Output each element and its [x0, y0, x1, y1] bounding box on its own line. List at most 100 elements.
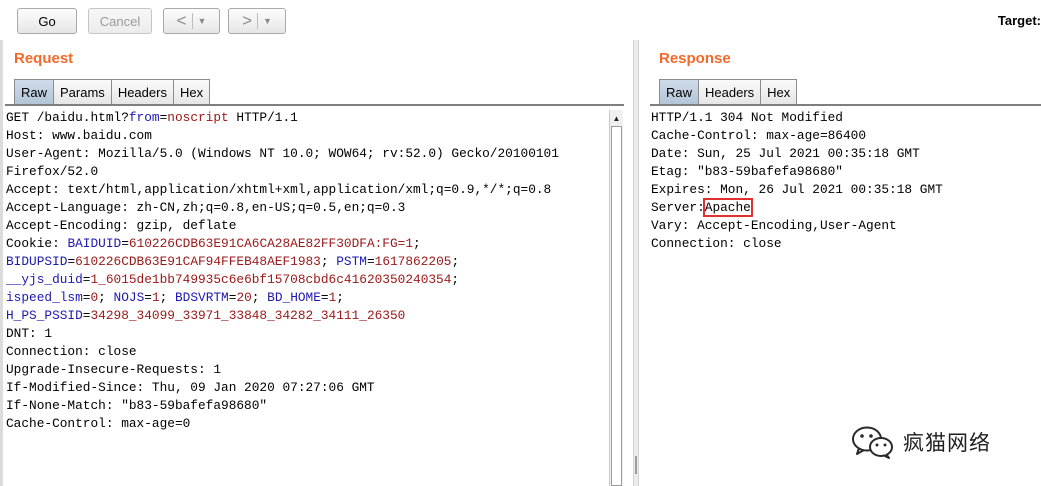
wechat-icon — [852, 426, 893, 459]
editor-line: If-None-Match: "b83-59bafefa98680" — [6, 397, 606, 415]
request-tab-raw[interactable]: Raw — [14, 79, 55, 104]
text-segment: Accept-Encoding: gzip, deflate — [6, 218, 237, 233]
param-name: PSTM — [336, 254, 367, 269]
param-value: 610226CDB63E91CA6CA28AE82FF30DFA:FG=1 — [128, 236, 414, 251]
chevron-left-icon: < — [176, 11, 187, 30]
request-tab-underline — [5, 104, 624, 106]
text-segment: ; — [451, 272, 460, 287]
editor-line: Upgrade-Insecure-Requests: 1 — [6, 361, 606, 379]
text-segment: If-None-Match: "b83-59bafefa98680" — [6, 398, 268, 413]
editor-line: DNT: 1 — [6, 325, 606, 343]
text-segment: Cache-Control: max-age=0 — [6, 416, 191, 431]
response-tab-raw[interactable]: Raw — [659, 79, 700, 104]
param-value: 610226CDB63E91CAF94FFEB48AEF1983 — [75, 254, 321, 269]
forward-button[interactable]: > ▼ — [228, 8, 286, 34]
editor-line: BIDUPSID = 610226CDB63E91CAF94FFEB48AEF198… — [6, 253, 606, 271]
text-segment: Server: — [651, 200, 705, 215]
text-segment: Connection: close — [651, 236, 782, 251]
scroll-up-icon[interactable]: ▲ — [610, 111, 623, 125]
text-segment: User-Agent: Mozilla/5.0 (Windows NT 10.0… — [6, 146, 559, 161]
text-segment: ; — [320, 254, 337, 269]
param-name: ispeed_lsm — [6, 290, 83, 305]
text-segment: Expires: Mon, 26 Jul 2021 00:35:18 GMT — [651, 182, 943, 197]
editor-line: __yjs_duid=1_6015de1bb749935c6e6bf15708c… — [6, 271, 606, 289]
chevron-down-icon[interactable]: ▼ — [198, 16, 207, 26]
scroll-thumb[interactable] — [611, 126, 622, 486]
param-value: 34298_34099_33971_33848_34282_34111_2635… — [90, 308, 406, 323]
target-label: Target: — [997, 13, 1041, 28]
text-segment: ; — [159, 290, 175, 305]
editor-line: Connection: close — [651, 235, 1036, 253]
text-segment: GET /baidu.html? — [6, 110, 129, 125]
text-segment: ; — [413, 236, 421, 251]
text-segment: Accept-Language: zh-CN,zh;q=0.8,en-US;q=… — [6, 200, 406, 215]
text-segment: = — [144, 290, 152, 305]
text-segment: HTTP/1.1 304 Not Modified — [651, 110, 843, 125]
request-tab-params[interactable]: Params — [53, 79, 112, 104]
response-title: Response — [659, 50, 731, 67]
chevron-down-icon[interactable]: ▼ — [263, 16, 272, 26]
button-separator — [191, 13, 193, 29]
text-segment: Upgrade-Insecure-Requests: 1 — [6, 362, 222, 377]
request-scrollbar[interactable]: ▲ — [609, 110, 623, 486]
request-tab-headers[interactable]: Headers — [110, 79, 174, 104]
param-name: BAIDUID — [67, 236, 122, 251]
editor-line: HTTP/1.1 304 Not Modified — [651, 109, 1036, 127]
go-button-label: Go — [38, 13, 56, 29]
param-name: NOJS — [113, 290, 145, 305]
editor-line: Host: www.baidu.com — [6, 127, 606, 145]
text-segment: Accept: text/html,application/xhtml+xml,… — [6, 182, 552, 197]
left-edge-strip — [0, 40, 3, 486]
go-button[interactable]: Go — [17, 8, 77, 34]
param-value: noscript — [167, 110, 229, 125]
text-segment: DNT: 1 — [6, 326, 53, 341]
text-segment: ; — [251, 290, 268, 305]
pane-divider[interactable] — [633, 40, 639, 486]
param-value: 1_6015de1bb749935c6e6bf15708cbd6c4162035… — [90, 272, 452, 287]
editor-line: ispeed_lsm=0; NOJS=1; BDSVRTM=20; BD_HOM… — [6, 289, 606, 307]
text-segment: = — [320, 290, 329, 305]
param-name: from — [128, 110, 160, 125]
back-button[interactable]: < ▼ — [163, 8, 220, 34]
button-separator — [257, 13, 258, 29]
editor-line: Server:Apache — [651, 198, 1036, 217]
editor-line: Accept-Language: zh-CN,zh;q=0.8,en-US;q=… — [6, 199, 606, 217]
text-segment: ; — [336, 290, 344, 305]
text-segment: Connection: close — [6, 344, 137, 359]
divider-grip-icon[interactable] — [635, 456, 637, 474]
response-tab-underline — [650, 104, 1041, 106]
toolbar: Go Cancel < ▼ > ▼ Target: — [0, 0, 1041, 40]
param-value: 1 — [151, 290, 160, 305]
param-value: 1617862205 — [374, 254, 452, 269]
text-segment: ; — [451, 254, 460, 269]
response-tab-hex[interactable]: Hex — [760, 79, 798, 104]
text-segment: = — [366, 254, 375, 269]
cancel-button[interactable]: Cancel — [88, 8, 152, 34]
text-segment: Firefox/52.0 — [6, 164, 99, 179]
watermark: 疯猫网络 — [851, 424, 991, 460]
request-editor[interactable]: GET /baidu.html?from = noscript HTTP/1.1 Ho… — [6, 109, 606, 486]
request-tab-hex[interactable]: Hex — [172, 79, 211, 104]
editor-line: Cookie: BAIDUID=610226CDB63E91CA6CA28AE8… — [6, 235, 606, 253]
editor-line: Firefox/52.0 — [6, 163, 606, 181]
text-segment: HTTP/1.1 — [228, 110, 298, 125]
editor-line: Accept: text/html,application/xhtml+xml,… — [6, 181, 606, 199]
editor-line: Cache-Control: max-age=86400 — [651, 127, 1036, 145]
text-segment: Cache-Control: max-age=86400 — [651, 128, 867, 143]
editor-line: Date: Sun, 25 Jul 2021 00:35:18 GMT — [651, 145, 1036, 163]
editor-line: If-Modified-Since: Thu, 09 Jan 2020 07:2… — [6, 379, 606, 397]
param-value: 20 — [236, 290, 252, 305]
highlighted-server-value: Apache — [702, 198, 753, 217]
editor-line: User-Agent: Mozilla/5.0 (Windows NT 10.0… — [6, 145, 606, 163]
response-tabs: Raw Headers Hex — [659, 79, 798, 104]
request-tabs: Raw Params Headers Hex — [14, 79, 211, 104]
param-name: BIDUPSID — [6, 254, 68, 269]
editor-line: Etag: "b83-59bafefa98680" — [651, 163, 1036, 181]
editor-line: Cache-Control: max-age=0 — [6, 415, 606, 433]
editor-line: Accept-Encoding: gzip, deflate — [6, 217, 606, 235]
response-editor[interactable]: HTTP/1.1 304 Not Modified Cache-Control: … — [651, 109, 1036, 409]
text-segment: Etag: "b83-59bafefa98680" — [651, 164, 843, 179]
editor-line: Expires: Mon, 26 Jul 2021 00:35:18 GMT — [651, 181, 1036, 199]
editor-line: Connection: close — [6, 343, 606, 361]
response-tab-headers[interactable]: Headers — [698, 79, 762, 104]
